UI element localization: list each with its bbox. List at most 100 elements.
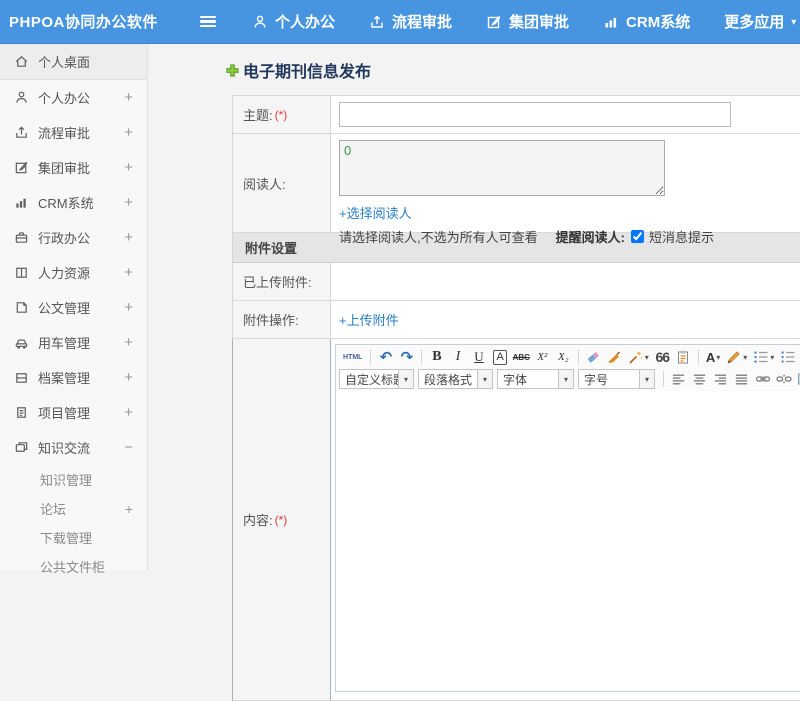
sidebar-item-desktop[interactable]: 个人桌面 bbox=[0, 44, 147, 80]
expand-plus-icon[interactable]: + bbox=[124, 124, 135, 141]
select-arrow-icon[interactable]: ▾ bbox=[399, 369, 414, 389]
project-icon bbox=[14, 405, 29, 420]
font-color-button[interactable]: A ▾ bbox=[703, 347, 723, 367]
sidebar: 个人桌面 个人办公 + 流程审批 + 集团审批 + CRM系统 + 行政办公 +… bbox=[0, 44, 148, 575]
briefcase-icon bbox=[14, 230, 29, 245]
align-left-icon[interactable] bbox=[668, 369, 689, 389]
align-center-icon[interactable] bbox=[689, 369, 710, 389]
sidebar-item-archive-mgmt[interactable]: 档案管理 + bbox=[0, 360, 147, 395]
font-size-select[interactable]: 字号 ▾ bbox=[578, 369, 655, 389]
text-style-button[interactable]: A bbox=[493, 349, 507, 365]
sidebar-item-admin-office[interactable]: 行政办公 + bbox=[0, 220, 147, 255]
select-arrow-icon[interactable]: ▾ bbox=[640, 369, 655, 389]
autotypeset-wand-icon[interactable]: ▾ bbox=[625, 347, 652, 367]
expand-plus-icon[interactable]: + bbox=[124, 334, 135, 351]
sidebar-item-personal-office[interactable]: 个人办公 + bbox=[0, 80, 147, 115]
editor-content-area[interactable] bbox=[336, 391, 800, 691]
unlink-icon[interactable] bbox=[773, 369, 794, 389]
subscript-button[interactable]: X₂ bbox=[553, 347, 574, 367]
paste-clipboard-icon[interactable] bbox=[673, 347, 694, 367]
user-icon bbox=[252, 14, 268, 30]
html-source-button[interactable]: HTML bbox=[339, 347, 366, 367]
publish-form: 主题: (*) 阅读人: 0 +选择阅读人 请选择阅读人,不选为所有人可查看 提… bbox=[232, 95, 800, 701]
expand-plus-icon[interactable]: + bbox=[124, 159, 135, 176]
content-label: 内容: bbox=[243, 513, 273, 528]
expand-plus-icon[interactable]: + bbox=[124, 404, 135, 421]
bold-button[interactable]: B bbox=[426, 347, 447, 367]
sidebar-item-group-approval[interactable]: 集团审批 + bbox=[0, 150, 147, 185]
subject-label: 主题: bbox=[243, 108, 273, 123]
highlight-pen-icon[interactable]: ▾ bbox=[723, 347, 750, 367]
sidebar-item-project-mgmt[interactable]: 项目管理 + bbox=[0, 395, 147, 430]
select-arrow-icon[interactable]: ▾ bbox=[559, 369, 574, 389]
blockquote-button[interactable]: 66 bbox=[652, 347, 673, 367]
collapse-minus-icon[interactable]: − bbox=[124, 439, 135, 456]
nav-personal-office[interactable]: 个人办公 bbox=[252, 11, 335, 32]
heading-select[interactable]: 自定义标题 ▾ bbox=[339, 369, 414, 389]
redo-button[interactable]: ↷ bbox=[396, 347, 417, 367]
readers-hint-text: 请选择阅读人,不选为所有人可查看 bbox=[339, 230, 538, 245]
user-icon bbox=[14, 90, 29, 105]
main-content: 电子期刊信息发布 主题: (*) 阅读人: 0 +选择阅读人 请选择阅读人,不选… bbox=[149, 44, 800, 701]
upload-attachment-link[interactable]: +上传附件 bbox=[339, 310, 399, 329]
edit-icon bbox=[14, 160, 29, 175]
sidebar-item-download-mgmt[interactable]: 下载管理 bbox=[0, 523, 147, 552]
expand-plus-icon[interactable]: + bbox=[124, 194, 135, 211]
font-family-select[interactable]: 字体 ▾ bbox=[497, 369, 574, 389]
sidebar-item-knowledge-mgmt[interactable]: 知识管理 bbox=[0, 465, 147, 494]
strikethrough-button[interactable]: ABC bbox=[511, 347, 532, 367]
sidebar-item-document-mgmt[interactable]: 公文管理 + bbox=[0, 290, 147, 325]
format-brush-icon[interactable] bbox=[604, 347, 625, 367]
hamburger-menu-icon[interactable] bbox=[200, 15, 216, 28]
expand-plus-icon[interactable]: + bbox=[124, 89, 135, 106]
align-right-icon[interactable] bbox=[710, 369, 731, 389]
sidebar-item-hr[interactable]: 人力资源 + bbox=[0, 255, 147, 290]
italic-button[interactable]: I bbox=[447, 347, 468, 367]
readers-textarea[interactable]: 0 bbox=[339, 140, 665, 196]
content-row: 内容: (*) HTML ↶ ↷ B I U A ABC X² X₂ ▾ 66 … bbox=[232, 339, 800, 701]
nav-crm[interactable]: CRM系统 bbox=[603, 11, 690, 32]
readers-row: 阅读人: 0 +选择阅读人 请选择阅读人,不选为所有人可查看 提醒阅读人: 短消… bbox=[233, 134, 800, 245]
uploaded-attachments-row: 已上传附件: bbox=[233, 263, 800, 301]
nav-workflow-approval[interactable]: 流程审批 bbox=[369, 11, 452, 32]
select-arrow-icon[interactable]: ▾ bbox=[478, 369, 493, 389]
caret-down-icon: ▾ bbox=[791, 16, 797, 28]
sidebar-item-public-file-cabinet[interactable]: 公共文件柜 bbox=[0, 552, 147, 581]
ordered-list-icon[interactable]: ▾ bbox=[750, 347, 777, 367]
expand-plus-icon[interactable]: + bbox=[124, 264, 135, 281]
subject-input[interactable] bbox=[339, 102, 731, 127]
rich-text-editor: HTML ↶ ↷ B I U A ABC X² X₂ ▾ 66 A ▾ ▾ ▾ … bbox=[335, 344, 800, 692]
sidebar-item-workflow-approval[interactable]: 流程审批 + bbox=[0, 115, 147, 150]
superscript-button[interactable]: X² bbox=[532, 347, 553, 367]
sms-notify-label: 短消息提示 bbox=[648, 230, 714, 245]
bar-chart-icon bbox=[603, 14, 619, 30]
subject-row: 主题: (*) bbox=[233, 96, 800, 134]
remind-readers-label: 提醒阅读人: bbox=[555, 230, 625, 245]
sidebar-item-forum[interactable]: 论坛 + bbox=[0, 494, 147, 523]
select-readers-link[interactable]: +选择阅读人 bbox=[339, 203, 412, 222]
insert-link-icon[interactable] bbox=[752, 369, 773, 389]
expand-plus-icon[interactable]: + bbox=[124, 369, 135, 386]
page-title: 电子期刊信息发布 bbox=[225, 58, 371, 82]
nav-more-apps[interactable]: 更多应用 ▾ bbox=[724, 11, 796, 32]
underline-button[interactable]: U bbox=[468, 347, 489, 367]
sms-notify-checkbox[interactable] bbox=[630, 230, 644, 243]
sidebar-item-vehicle-mgmt[interactable]: 用车管理 + bbox=[0, 325, 147, 360]
uploaded-attachments-label: 已上传附件: bbox=[243, 275, 312, 290]
chat-stack-icon bbox=[14, 440, 29, 455]
nav-group-approval[interactable]: 集团审批 bbox=[486, 11, 569, 32]
undo-button[interactable]: ↶ bbox=[375, 347, 396, 367]
sidebar-item-knowledge-exchange[interactable]: 知识交流 − bbox=[0, 430, 147, 465]
expand-plus-icon[interactable]: + bbox=[124, 299, 135, 316]
insert-image-icon[interactable] bbox=[794, 369, 800, 389]
sidebar-item-crm[interactable]: CRM系统 + bbox=[0, 185, 147, 220]
readers-label: 阅读人: bbox=[243, 176, 286, 192]
expand-plus-icon[interactable]: + bbox=[125, 501, 133, 517]
required-mark: (*) bbox=[274, 512, 288, 527]
align-justify-icon[interactable] bbox=[731, 369, 752, 389]
expand-plus-icon[interactable]: + bbox=[124, 229, 135, 246]
top-nav: 个人办公 流程审批 集团审批 CRM系统 更多应用 ▾ bbox=[252, 11, 796, 32]
paragraph-format-select[interactable]: 段落格式 ▾ bbox=[418, 369, 493, 389]
eraser-icon[interactable] bbox=[583, 347, 604, 367]
unordered-list-icon[interactable] bbox=[777, 347, 798, 367]
